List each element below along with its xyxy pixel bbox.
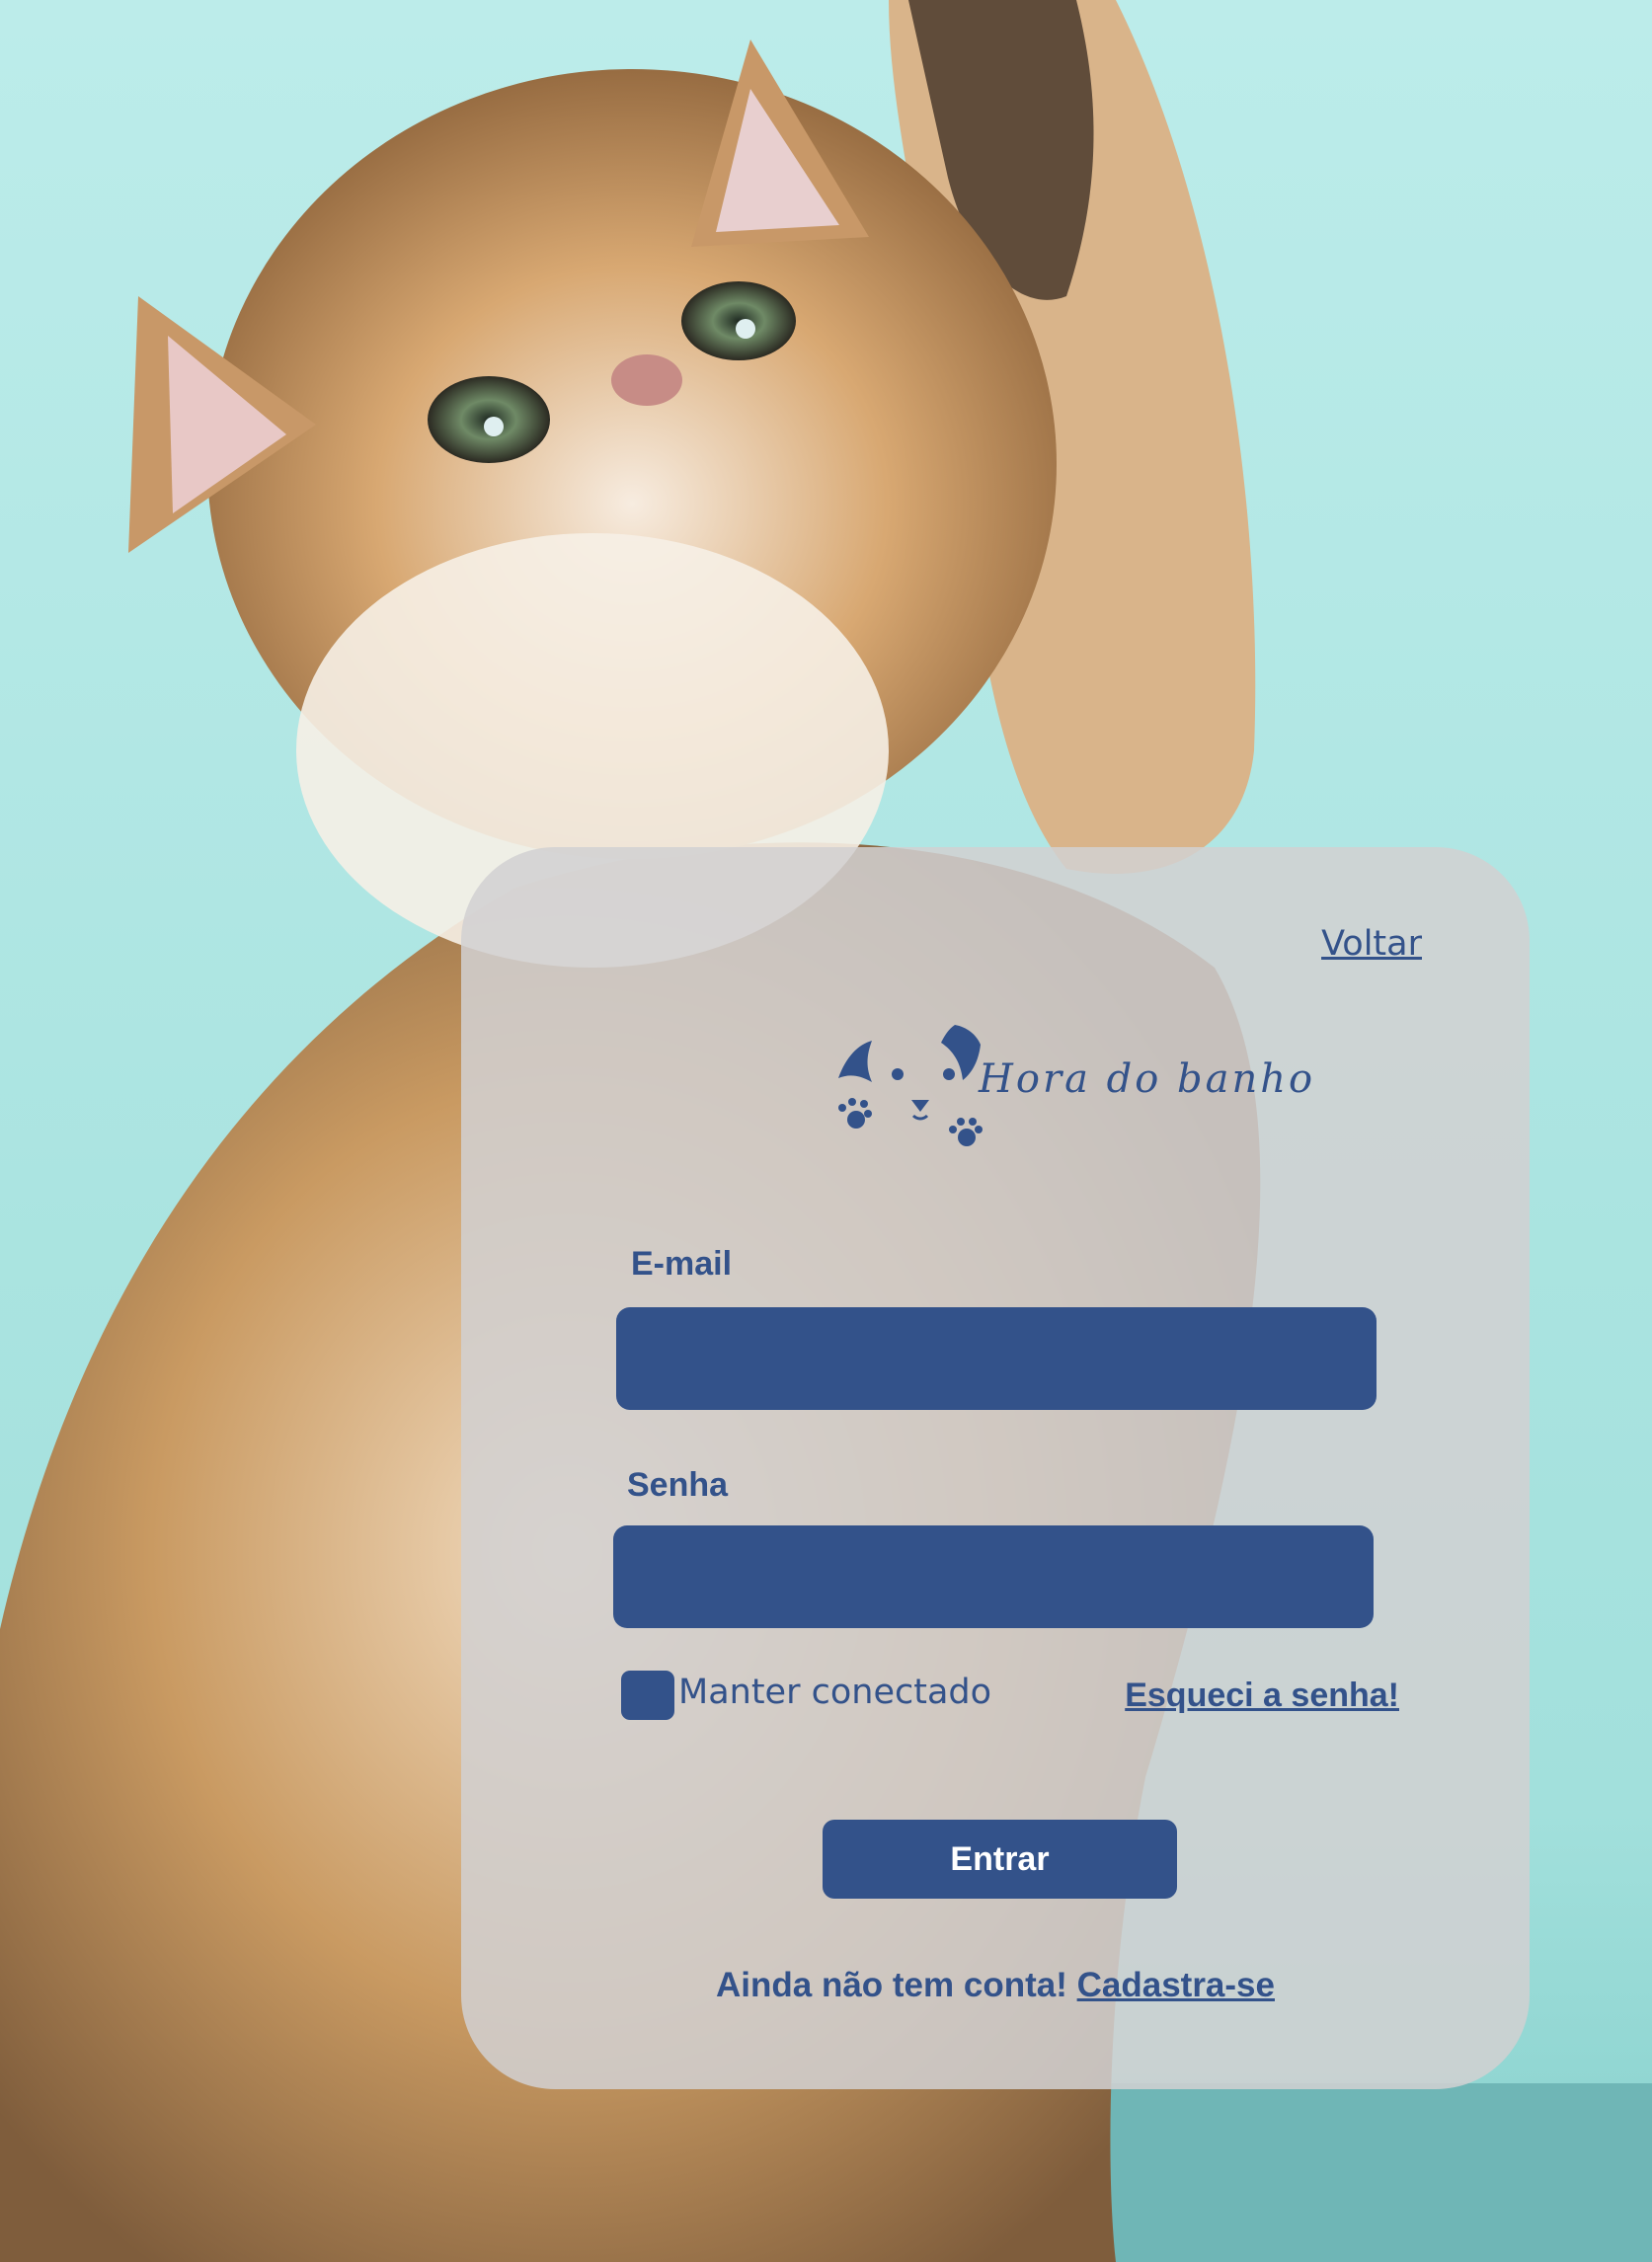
login-button[interactable]: Entrar [823,1820,1177,1899]
email-label: E-mail [631,1245,733,1283]
forgot-password-link[interactable]: Esqueci a senha! [1125,1677,1399,1715]
password-input[interactable] [613,1525,1374,1628]
cat-face-with-paws-icon [838,1025,983,1146]
brand-name: Hora do banho [979,1056,1316,1102]
remember-label: Manter conectado [678,1673,992,1712]
brand-logo: Hora do banho [828,1021,1312,1159]
password-label: Senha [627,1466,729,1504]
email-input[interactable] [616,1307,1377,1410]
signup-link[interactable]: Cadastra-se [1077,1966,1275,2004]
signup-prompt: Ainda não tem conta! [716,1966,1067,2004]
remember-checkbox[interactable] [621,1671,674,1720]
signup-prompt-line: Ainda não tem conta! Cadastra-se [461,1966,1530,2005]
login-card: Voltar Hora do banho E-mail Senha Manter… [461,847,1530,2089]
back-link[interactable]: Voltar [1321,924,1422,964]
